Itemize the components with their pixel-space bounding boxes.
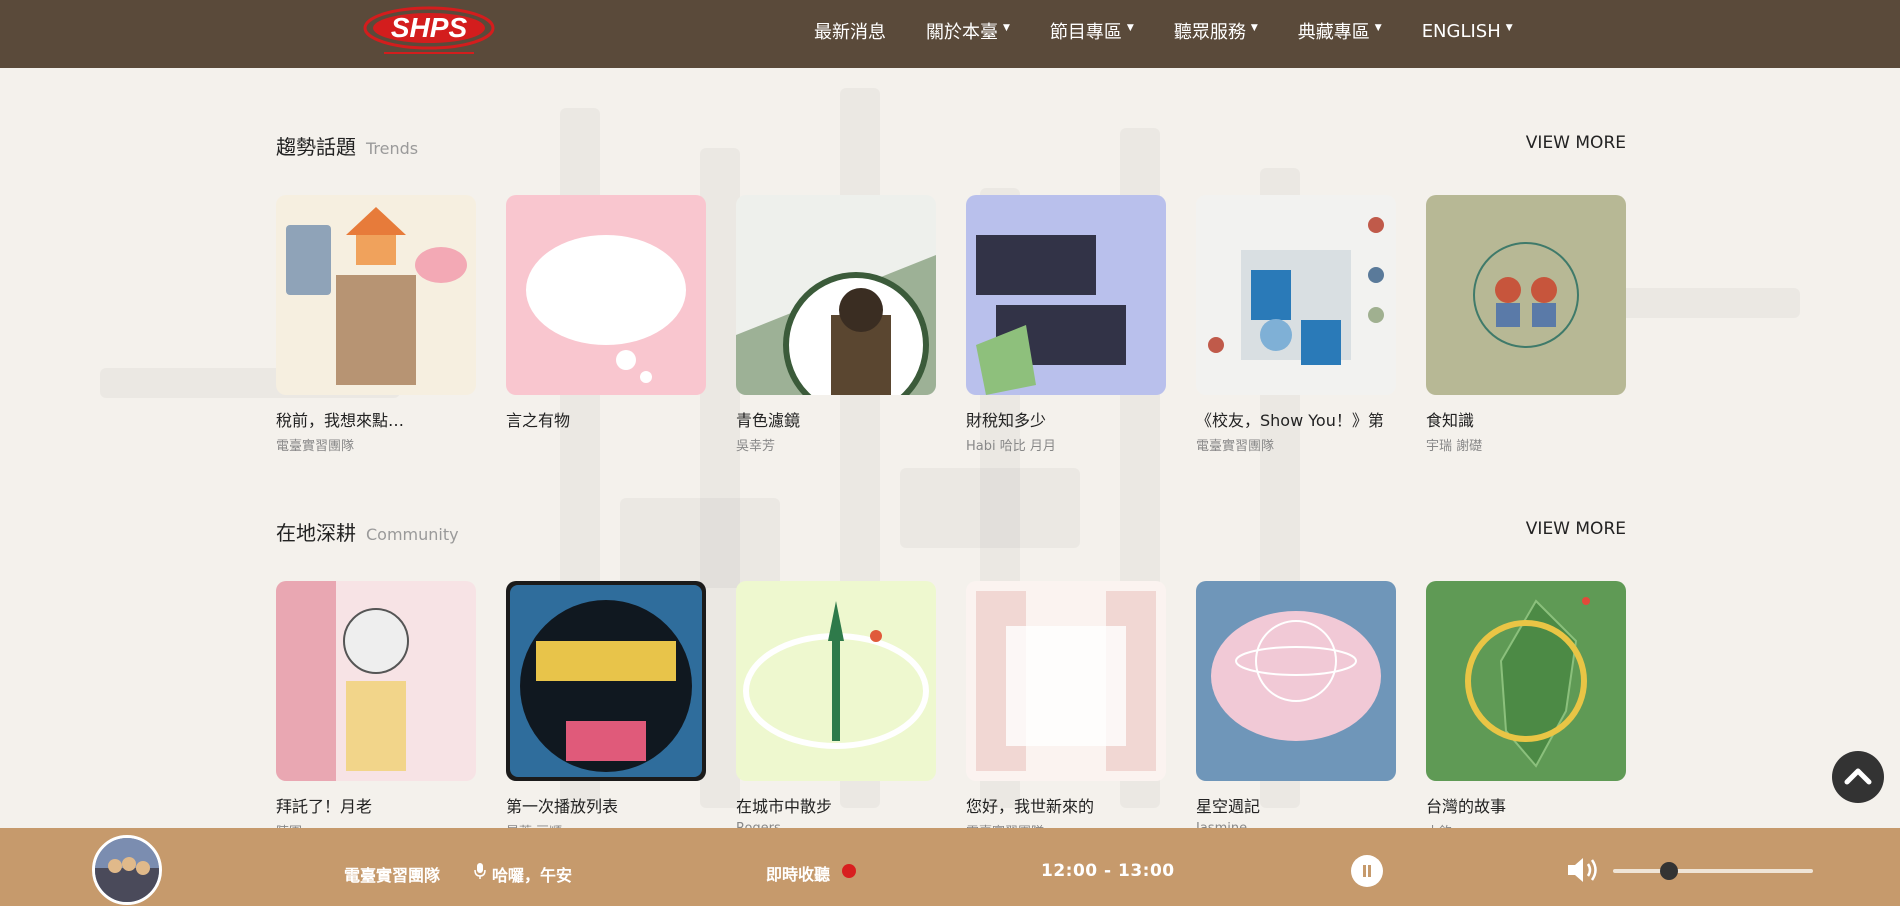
nav-label: 關於本臺	[926, 22, 998, 43]
program-card[interactable]: 青色濾鏡 吳幸芳	[736, 195, 936, 454]
program-card-list: 拜託了！月老 陳園 第一次播放列表 晏蒂 豆順	[276, 581, 1626, 840]
program-card[interactable]: 拜託了！月老 陳園	[276, 581, 476, 840]
section-subtitle: Trends	[366, 139, 419, 158]
program-author: Habi 哈比 月月	[966, 439, 1056, 454]
program-card[interactable]: 星空週記 Jasmine	[1196, 581, 1396, 840]
program-cover	[1196, 581, 1396, 781]
program-card[interactable]: 財稅知多少 Habi 哈比 月月	[966, 195, 1166, 454]
live-indicator-dot	[842, 864, 856, 878]
site-logo[interactable]: SHPS	[362, 4, 497, 62]
program-cover	[966, 581, 1166, 781]
program-card[interactable]: 稅前，我想來點… 電臺實習團隊	[276, 195, 476, 454]
nav-label: 典藏專區	[1297, 22, 1370, 43]
live-listen-label[interactable]: 即時收聽	[766, 861, 830, 885]
program-cover	[1426, 581, 1626, 781]
program-title: 稅前，我想來點…	[276, 411, 405, 430]
program-title: 星空週記	[1196, 797, 1261, 816]
program-title: 第一次播放列表	[506, 797, 619, 816]
program-card[interactable]: 食知識 宇瑞 謝礎	[1426, 195, 1626, 454]
host-name: 電臺實習團隊	[344, 866, 441, 885]
program-card[interactable]: 言之有物	[506, 195, 706, 454]
program-title: 您好，我世新來的	[966, 797, 1095, 816]
volume-slider-handle[interactable]	[1660, 862, 1678, 880]
program-cover	[1426, 195, 1626, 395]
community-section: 在地深耕 Community VIEW MORE 拜託了！月老 陳園	[276, 517, 1626, 840]
nav-item-programs[interactable]: 節目專區 ▼	[1050, 18, 1134, 44]
volume-slider[interactable]	[1613, 862, 1813, 880]
program-cover	[506, 581, 706, 781]
svg-text:SHPS: SHPS	[391, 12, 468, 43]
program-cover	[736, 195, 936, 395]
caret-down-icon: ▼	[1003, 23, 1010, 33]
program-author: 電臺實習團隊	[276, 439, 355, 454]
nav-item-news[interactable]: 最新消息	[814, 18, 886, 44]
trends-section: 趨勢話題 Trends VIEW MORE 稅前，我想來點… 電臺實習團隊 言之…	[276, 131, 1626, 454]
program-card[interactable]: 台灣的故事 小鈞	[1426, 581, 1626, 840]
nav-label: 節目專區	[1049, 22, 1122, 43]
caret-down-icon: ▼	[1250, 23, 1258, 33]
top-navigation-bar: SHPS 最新消息 關於本臺 ▼ 節目專區 ▼ 聽眾服務 ▼ 典藏專區 ▼ ENGLIS…	[0, 0, 1900, 68]
program-title: 言之有物	[506, 411, 571, 430]
program-cover	[276, 195, 476, 395]
program-title: 台灣的故事	[1426, 797, 1507, 816]
show-time: 12:00 - 13:00	[1041, 861, 1175, 881]
view-more-link[interactable]: VIEW MORE	[1526, 519, 1626, 539]
program-cover	[966, 195, 1166, 395]
section-title: 在地深耕	[276, 521, 356, 545]
live-player-bar: 電臺實習團隊 哈囉，午安 即時收聽 12:00 - 13:00	[0, 828, 1900, 906]
caret-down-icon: ▼	[1374, 23, 1382, 33]
section-subtitle: Community	[366, 525, 459, 544]
program-card[interactable]: 您好，我世新來的 電臺實習團隊	[966, 581, 1166, 840]
nav-item-about[interactable]: 關於本臺 ▼	[926, 18, 1010, 44]
volume-icon[interactable]	[1566, 855, 1602, 885]
current-show-name: 哈囉，午安	[492, 866, 573, 885]
program-cover	[276, 581, 476, 781]
program-author: 電臺實習團隊	[1196, 439, 1275, 454]
pause-button[interactable]	[1351, 855, 1383, 887]
caret-down-icon: ▼	[1505, 23, 1513, 33]
host-avatar	[92, 835, 162, 905]
program-title: 拜託了！月老	[276, 797, 373, 816]
program-title: 在城市中散步	[736, 797, 833, 816]
chevron-up-icon	[1844, 768, 1872, 785]
view-more-link[interactable]: VIEW MORE	[1526, 133, 1626, 153]
program-cover	[1196, 195, 1396, 395]
program-author: 吳幸芳	[736, 439, 776, 454]
section-header: 在地深耕 Community VIEW MORE	[276, 517, 1626, 547]
back-to-top-button[interactable]	[1832, 751, 1884, 803]
nav-label: 聽眾服務	[1173, 22, 1246, 43]
nav-label: 最新消息	[814, 22, 886, 43]
caret-down-icon: ▼	[1126, 23, 1134, 33]
section-title: 趨勢話題	[276, 135, 356, 159]
program-title: 財稅知多少	[966, 411, 1047, 430]
nav-item-listener-services[interactable]: 聽眾服務 ▼	[1174, 18, 1258, 44]
program-cover	[736, 581, 936, 781]
program-author: 宇瑞 謝礎	[1426, 439, 1483, 454]
main-nav: 最新消息 關於本臺 ▼ 節目專區 ▼ 聽眾服務 ▼ 典藏專區 ▼ ENGLISH ▼	[814, 0, 1553, 62]
program-title: 《校友，Show You！》第	[1196, 411, 1384, 430]
program-title: 青色濾鏡	[736, 411, 801, 430]
program-card-list: 稅前，我想來點… 電臺實習團隊 言之有物 青色濾鏡 吳幸芳 財稅知多少 Habi…	[276, 195, 1626, 454]
nav-label: ENGLISH	[1421, 20, 1501, 42]
microphone-icon	[474, 863, 486, 879]
nav-item-archive[interactable]: 典藏專區 ▼	[1298, 18, 1382, 44]
program-cover	[506, 195, 706, 395]
nav-item-english[interactable]: ENGLISH ▼	[1422, 21, 1513, 42]
section-header: 趨勢話題 Trends VIEW MORE	[276, 131, 1626, 161]
program-card[interactable]: 《校友，Show You！》第 電臺實習團隊	[1196, 195, 1396, 454]
program-card[interactable]: 第一次播放列表 晏蒂 豆順	[506, 581, 706, 840]
program-card[interactable]: 在城市中散步 Rogers	[736, 581, 936, 840]
program-title: 食知識	[1426, 411, 1475, 430]
